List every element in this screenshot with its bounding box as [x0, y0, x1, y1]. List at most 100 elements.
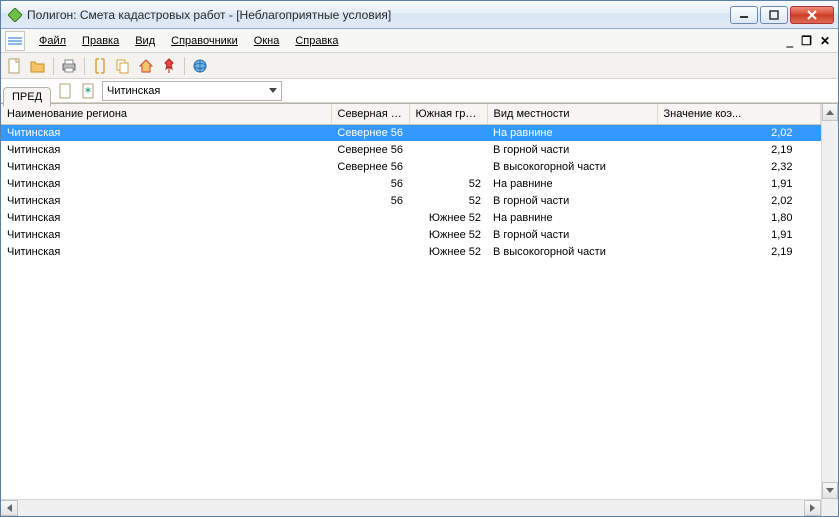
copy-doc-icon[interactable]	[113, 56, 133, 76]
menubar: Файл Правка Вид Справочники Окна Справка…	[1, 29, 838, 53]
cell-south[interactable]: Южнее 52	[409, 243, 487, 260]
table-row[interactable]: Читинская5652В горной части2,02	[1, 192, 821, 209]
cell-coef[interactable]: 1,91	[657, 175, 821, 192]
table-row[interactable]: Читинская Южнее 52В горной части1,91	[1, 226, 821, 243]
toolbar-separator	[184, 57, 185, 75]
menu-view[interactable]: Вид	[127, 32, 163, 50]
col-terrain[interactable]: Вид местности	[487, 104, 657, 124]
cell-terrain[interactable]: В горной части	[487, 141, 657, 158]
minimize-button[interactable]	[730, 6, 758, 24]
cell-south[interactable]	[409, 124, 487, 141]
col-coef[interactable]: Значение коэ...	[657, 104, 821, 124]
cell-region[interactable]: Читинская	[1, 124, 331, 141]
scroll-right-button[interactable]	[804, 500, 821, 516]
titlebar[interactable]: Полигон: Смета кадастровых работ - [Небл…	[1, 1, 838, 29]
region-combo[interactable]: Читинская	[102, 81, 282, 101]
cell-north[interactable]: 56	[331, 192, 409, 209]
tab-pred[interactable]: ПРЕД	[3, 87, 51, 107]
cell-north[interactable]: Севернее 56	[331, 124, 409, 141]
cell-north[interactable]: Севернее 56	[331, 141, 409, 158]
cell-terrain[interactable]: На равнине	[487, 209, 657, 226]
toolbar-separator	[53, 57, 54, 75]
cell-region[interactable]: Читинская	[1, 209, 331, 226]
col-south[interactable]: Южная гра...	[409, 104, 487, 124]
secondary-toolbar: ✶ Читинская	[1, 79, 838, 103]
horizontal-scrollbar[interactable]	[1, 499, 821, 516]
close-button[interactable]	[790, 6, 834, 24]
cell-region[interactable]: Читинская	[1, 175, 331, 192]
chevron-down-icon	[269, 88, 277, 93]
table-row[interactable]: Читинская5652На равнине1,91	[1, 175, 821, 192]
cell-south[interactable]	[409, 141, 487, 158]
window-controls	[730, 6, 834, 24]
table-row[interactable]: Читинская Южнее 52На равнине1,80	[1, 209, 821, 226]
cell-coef[interactable]: 2,19	[657, 141, 821, 158]
cell-terrain[interactable]: В высокогорной части	[487, 158, 657, 175]
page-icon[interactable]	[56, 81, 76, 101]
menu-help[interactable]: Справка	[287, 32, 346, 50]
cell-north[interactable]	[331, 243, 409, 260]
cell-coef[interactable]: 2,19	[657, 243, 821, 260]
table-row[interactable]: ЧитинскаяСевернее 56 В высокогорной части…	[1, 158, 821, 175]
cell-coef[interactable]: 1,91	[657, 226, 821, 243]
app-window: Полигон: Смета кадастровых работ - [Небл…	[0, 0, 839, 517]
pin-icon[interactable]	[159, 56, 179, 76]
printer-icon[interactable]	[59, 56, 79, 76]
table-row[interactable]: ЧитинскаяСевернее 56 На равнине2,02	[1, 124, 821, 141]
cell-south[interactable]: Южнее 52	[409, 209, 487, 226]
new-doc-icon[interactable]	[5, 56, 25, 76]
cell-region[interactable]: Читинская	[1, 141, 331, 158]
vertical-scrollbar[interactable]	[821, 104, 838, 516]
region-combo-value: Читинская	[107, 85, 269, 97]
cell-region[interactable]: Читинская	[1, 158, 331, 175]
cell-north[interactable]: Севернее 56	[331, 158, 409, 175]
cell-north[interactable]	[331, 226, 409, 243]
cell-south[interactable]: 52	[409, 192, 487, 209]
col-north[interactable]: Северная г...	[331, 104, 409, 124]
data-grid: Наименование региона Северная г... Южная…	[1, 103, 838, 516]
cell-terrain[interactable]: В горной части	[487, 226, 657, 243]
scroll-left-button[interactable]	[1, 500, 18, 516]
scroll-up-button[interactable]	[822, 104, 838, 121]
table-row[interactable]: Читинская Южнее 52В высокогорной части2,1…	[1, 243, 821, 260]
menu-edit[interactable]: Правка	[74, 32, 127, 50]
scroll-down-button[interactable]	[822, 482, 838, 499]
cell-north[interactable]: 56	[331, 175, 409, 192]
grid-header-row: Наименование региона Северная г... Южная…	[1, 104, 821, 124]
toolbar-separator	[84, 57, 85, 75]
bracket-icon[interactable]	[90, 56, 110, 76]
cell-coef[interactable]: 2,02	[657, 192, 821, 209]
cell-terrain[interactable]: В горной части	[487, 192, 657, 209]
window-title: Полигон: Смета кадастровых работ - [Небл…	[27, 8, 730, 22]
cell-coef[interactable]: 2,32	[657, 158, 821, 175]
maximize-button[interactable]	[760, 6, 788, 24]
cell-terrain[interactable]: На равнине	[487, 175, 657, 192]
mdi-close-button[interactable]: ✕	[816, 34, 834, 48]
cell-south[interactable]	[409, 158, 487, 175]
cell-region[interactable]: Читинская	[1, 243, 331, 260]
globe-icon[interactable]	[190, 56, 210, 76]
cell-south[interactable]: 52	[409, 175, 487, 192]
mdi-restore-button[interactable]: ❐	[797, 34, 816, 48]
menu-windows[interactable]: Окна	[246, 32, 288, 50]
menu-file[interactable]: Файл	[31, 32, 74, 50]
home-icon[interactable]	[136, 56, 156, 76]
cell-south[interactable]: Южнее 52	[409, 226, 487, 243]
main-toolbar	[1, 53, 838, 79]
cell-region[interactable]: Читинская	[1, 226, 331, 243]
cell-terrain[interactable]: На равнине	[487, 124, 657, 141]
menu-dict[interactable]: Справочники	[163, 32, 246, 50]
cell-terrain[interactable]: В высокогорной части	[487, 243, 657, 260]
new-page-icon[interactable]: ✶	[79, 81, 99, 101]
mdi-minimize-button[interactable]: ‗	[783, 34, 798, 48]
cell-coef[interactable]: 2,02	[657, 124, 821, 141]
svg-text:✶: ✶	[83, 85, 92, 97]
scroll-track-v[interactable]	[822, 121, 838, 482]
mdi-system-icon[interactable]	[5, 31, 25, 51]
cell-north[interactable]	[331, 209, 409, 226]
cell-coef[interactable]: 1,80	[657, 209, 821, 226]
cell-region[interactable]: Читинская	[1, 192, 331, 209]
col-region[interactable]: Наименование региона	[1, 104, 331, 124]
table-row[interactable]: ЧитинскаяСевернее 56 В горной части2,19	[1, 141, 821, 158]
open-folder-icon[interactable]	[28, 56, 48, 76]
